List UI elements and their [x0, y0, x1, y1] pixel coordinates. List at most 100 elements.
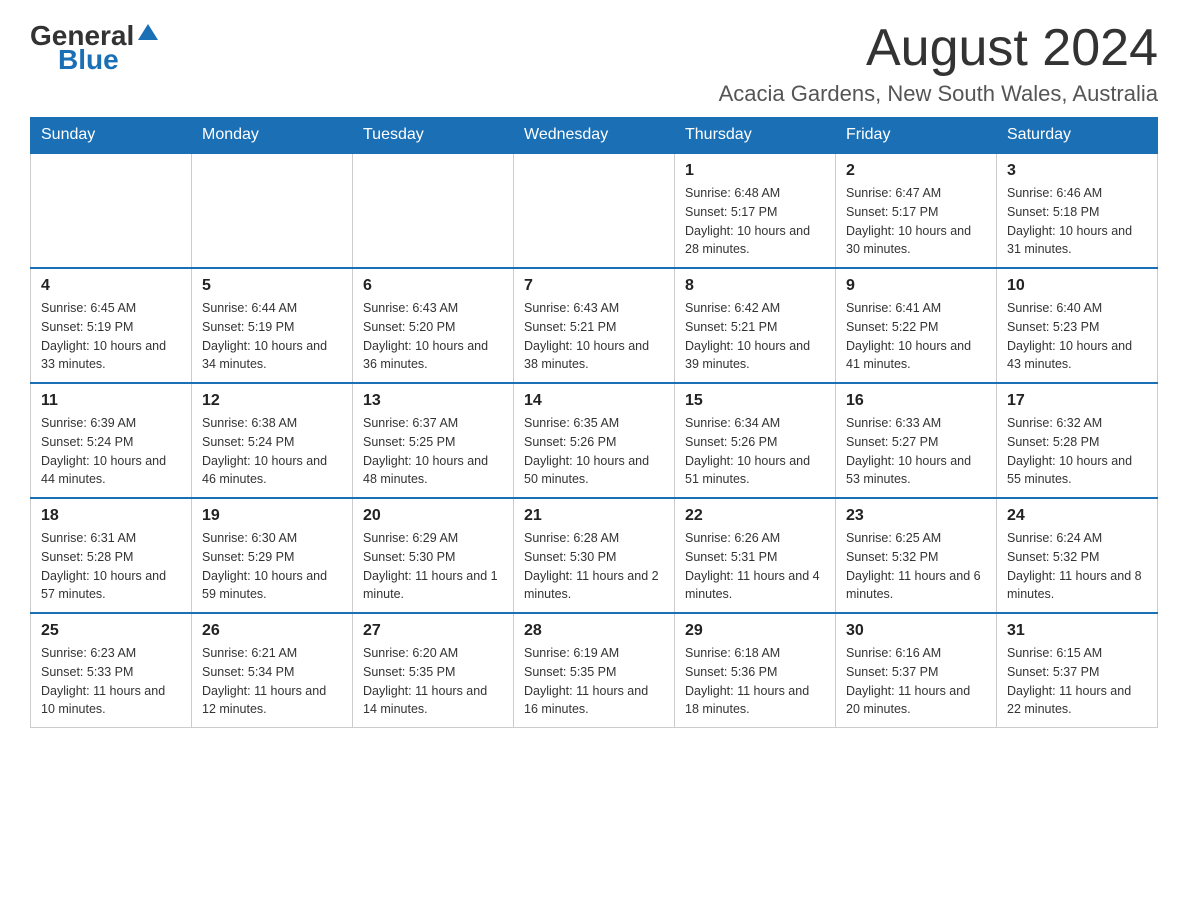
day-number: 24 [1007, 507, 1147, 525]
day-number: 3 [1007, 162, 1147, 180]
title-area: August 2024 Acacia Gardens, New South Wa… [719, 20, 1158, 107]
col-header-sunday: Sunday [31, 118, 192, 154]
calendar-cell: 27 Sunrise: 6:20 AMSunset: 5:35 PMDayligh… [353, 613, 514, 728]
logo-blue: Blue [58, 44, 119, 76]
calendar-cell: 30 Sunrise: 6:16 AMSunset: 5:37 PMDayligh… [836, 613, 997, 728]
day-number: 30 [846, 622, 986, 640]
logo-triangle-icon [138, 24, 158, 40]
calendar-cell: 31Sunrise: 6:15 AMSunset: 5:37 PMDayligh… [997, 613, 1158, 728]
day-info: Sunrise: 6:23 AMSunset: 5:33 PMDaylight:… [41, 644, 181, 719]
col-header-friday: Friday [836, 118, 997, 154]
calendar-cell: 8 Sunrise: 6:42 AMSunset: 5:21 PMDaylight… [675, 268, 836, 383]
calendar-cell: 22Sunrise: 6:26 AMSunset: 5:31 PMDayligh… [675, 498, 836, 613]
col-header-thursday: Thursday [675, 118, 836, 154]
day-number: 4 [41, 277, 181, 295]
calendar-cell: 5Sunrise: 6:44 AMSunset: 5:19 PMDaylight… [192, 268, 353, 383]
col-header-tuesday: Tuesday [353, 118, 514, 154]
calendar-cell: 20 Sunrise: 6:29 AMSunset: 5:30 PMDayligh… [353, 498, 514, 613]
day-info: Sunrise: 6:34 AMSunset: 5:26 PMDaylight:… [685, 414, 825, 489]
col-header-wednesday: Wednesday [514, 118, 675, 154]
calendar-cell: 19 Sunrise: 6:30 AMSunset: 5:29 PMDayligh… [192, 498, 353, 613]
day-number: 18 [41, 507, 181, 525]
day-info: Sunrise: 6:20 AMSunset: 5:35 PMDaylight:… [363, 644, 503, 719]
day-number: 11 [41, 392, 181, 410]
day-number: 16 [846, 392, 986, 410]
day-number: 9 [846, 277, 986, 295]
day-number: 15 [685, 392, 825, 410]
week-row-2: 4 Sunrise: 6:45 AMSunset: 5:19 PMDaylight… [31, 268, 1158, 383]
col-header-saturday: Saturday [997, 118, 1158, 154]
calendar-cell: 29 Sunrise: 6:18 AMSunset: 5:36 PMDayligh… [675, 613, 836, 728]
calendar-cell [31, 153, 192, 268]
day-number: 29 [685, 622, 825, 640]
day-info: Sunrise: 6:15 AMSunset: 5:37 PMDaylight:… [1007, 644, 1147, 719]
day-info: Sunrise: 6:30 AMSunset: 5:29 PMDaylight:… [202, 529, 342, 604]
day-number: 10 [1007, 277, 1147, 295]
day-number: 22 [685, 507, 825, 525]
calendar-cell: 7 Sunrise: 6:43 AMSunset: 5:21 PMDaylight… [514, 268, 675, 383]
day-number: 6 [363, 277, 503, 295]
calendar-cell: 15 Sunrise: 6:34 AMSunset: 5:26 PMDayligh… [675, 383, 836, 498]
calendar-cell: 6 Sunrise: 6:43 AMSunset: 5:20 PMDaylight… [353, 268, 514, 383]
week-row-1: 1Sunrise: 6:48 AMSunset: 5:17 PMDaylight… [31, 153, 1158, 268]
day-info: Sunrise: 6:48 AMSunset: 5:17 PMDaylight:… [685, 184, 825, 259]
calendar-cell: 17Sunrise: 6:32 AMSunset: 5:28 PMDayligh… [997, 383, 1158, 498]
day-number: 8 [685, 277, 825, 295]
calendar-cell: 21 Sunrise: 6:28 AMSunset: 5:30 PMDayligh… [514, 498, 675, 613]
day-number: 12 [202, 392, 342, 410]
calendar-table: SundayMondayTuesdayWednesdayThursdayFrid… [30, 117, 1158, 728]
day-info: Sunrise: 6:43 AMSunset: 5:20 PMDaylight:… [363, 299, 503, 374]
day-info: Sunrise: 6:21 AMSunset: 5:34 PMDaylight:… [202, 644, 342, 719]
calendar-cell: 24Sunrise: 6:24 AMSunset: 5:32 PMDayligh… [997, 498, 1158, 613]
month-title: August 2024 [719, 20, 1158, 77]
day-number: 17 [1007, 392, 1147, 410]
week-row-3: 11 Sunrise: 6:39 AMSunset: 5:24 PMDayligh… [31, 383, 1158, 498]
calendar-cell [514, 153, 675, 268]
day-number: 19 [202, 507, 342, 525]
calendar-cell: 12 Sunrise: 6:38 AMSunset: 5:24 PMDayligh… [192, 383, 353, 498]
logo: General Blue [30, 20, 158, 76]
week-row-4: 18 Sunrise: 6:31 AMSunset: 5:28 PMDayligh… [31, 498, 1158, 613]
day-number: 27 [363, 622, 503, 640]
day-info: Sunrise: 6:45 AMSunset: 5:19 PMDaylight:… [41, 299, 181, 374]
day-info: Sunrise: 6:33 AMSunset: 5:27 PMDaylight:… [846, 414, 986, 489]
day-info: Sunrise: 6:43 AMSunset: 5:21 PMDaylight:… [524, 299, 664, 374]
calendar-cell: 10 Sunrise: 6:40 AMSunset: 5:23 PMDayligh… [997, 268, 1158, 383]
day-number: 25 [41, 622, 181, 640]
calendar-cell: 18 Sunrise: 6:31 AMSunset: 5:28 PMDayligh… [31, 498, 192, 613]
day-number: 7 [524, 277, 664, 295]
calendar-cell: 23 Sunrise: 6:25 AMSunset: 5:32 PMDayligh… [836, 498, 997, 613]
calendar-cell: 28Sunrise: 6:19 AMSunset: 5:35 PMDayligh… [514, 613, 675, 728]
day-info: Sunrise: 6:31 AMSunset: 5:28 PMDaylight:… [41, 529, 181, 604]
day-number: 13 [363, 392, 503, 410]
day-number: 28 [524, 622, 664, 640]
col-header-monday: Monday [192, 118, 353, 154]
day-number: 21 [524, 507, 664, 525]
calendar-cell: 26 Sunrise: 6:21 AMSunset: 5:34 PMDayligh… [192, 613, 353, 728]
day-number: 23 [846, 507, 986, 525]
day-info: Sunrise: 6:18 AMSunset: 5:36 PMDaylight:… [685, 644, 825, 719]
calendar-cell: 13Sunrise: 6:37 AMSunset: 5:25 PMDayligh… [353, 383, 514, 498]
day-info: Sunrise: 6:38 AMSunset: 5:24 PMDaylight:… [202, 414, 342, 489]
day-info: Sunrise: 6:16 AMSunset: 5:37 PMDaylight:… [846, 644, 986, 719]
day-info: Sunrise: 6:47 AMSunset: 5:17 PMDaylight:… [846, 184, 986, 259]
calendar-cell: 3 Sunrise: 6:46 AMSunset: 5:18 PMDaylight… [997, 153, 1158, 268]
day-info: Sunrise: 6:28 AMSunset: 5:30 PMDaylight:… [524, 529, 664, 604]
week-row-5: 25 Sunrise: 6:23 AMSunset: 5:33 PMDayligh… [31, 613, 1158, 728]
calendar-cell: 1Sunrise: 6:48 AMSunset: 5:17 PMDaylight… [675, 153, 836, 268]
day-info: Sunrise: 6:29 AMSunset: 5:30 PMDaylight:… [363, 529, 503, 604]
day-info: Sunrise: 6:40 AMSunset: 5:23 PMDaylight:… [1007, 299, 1147, 374]
day-info: Sunrise: 6:44 AMSunset: 5:19 PMDaylight:… [202, 299, 342, 374]
calendar-cell: 4 Sunrise: 6:45 AMSunset: 5:19 PMDaylight… [31, 268, 192, 383]
calendar-cell [353, 153, 514, 268]
day-info: Sunrise: 6:42 AMSunset: 5:21 PMDaylight:… [685, 299, 825, 374]
location-title: Acacia Gardens, New South Wales, Austral… [719, 81, 1158, 107]
day-number: 26 [202, 622, 342, 640]
calendar-header-row: SundayMondayTuesdayWednesdayThursdayFrid… [31, 118, 1158, 154]
day-info: Sunrise: 6:46 AMSunset: 5:18 PMDaylight:… [1007, 184, 1147, 259]
day-info: Sunrise: 6:25 AMSunset: 5:32 PMDaylight:… [846, 529, 986, 604]
calendar-cell: 9Sunrise: 6:41 AMSunset: 5:22 PMDaylight… [836, 268, 997, 383]
day-number: 20 [363, 507, 503, 525]
day-info: Sunrise: 6:39 AMSunset: 5:24 PMDaylight:… [41, 414, 181, 489]
calendar-cell: 25 Sunrise: 6:23 AMSunset: 5:33 PMDayligh… [31, 613, 192, 728]
